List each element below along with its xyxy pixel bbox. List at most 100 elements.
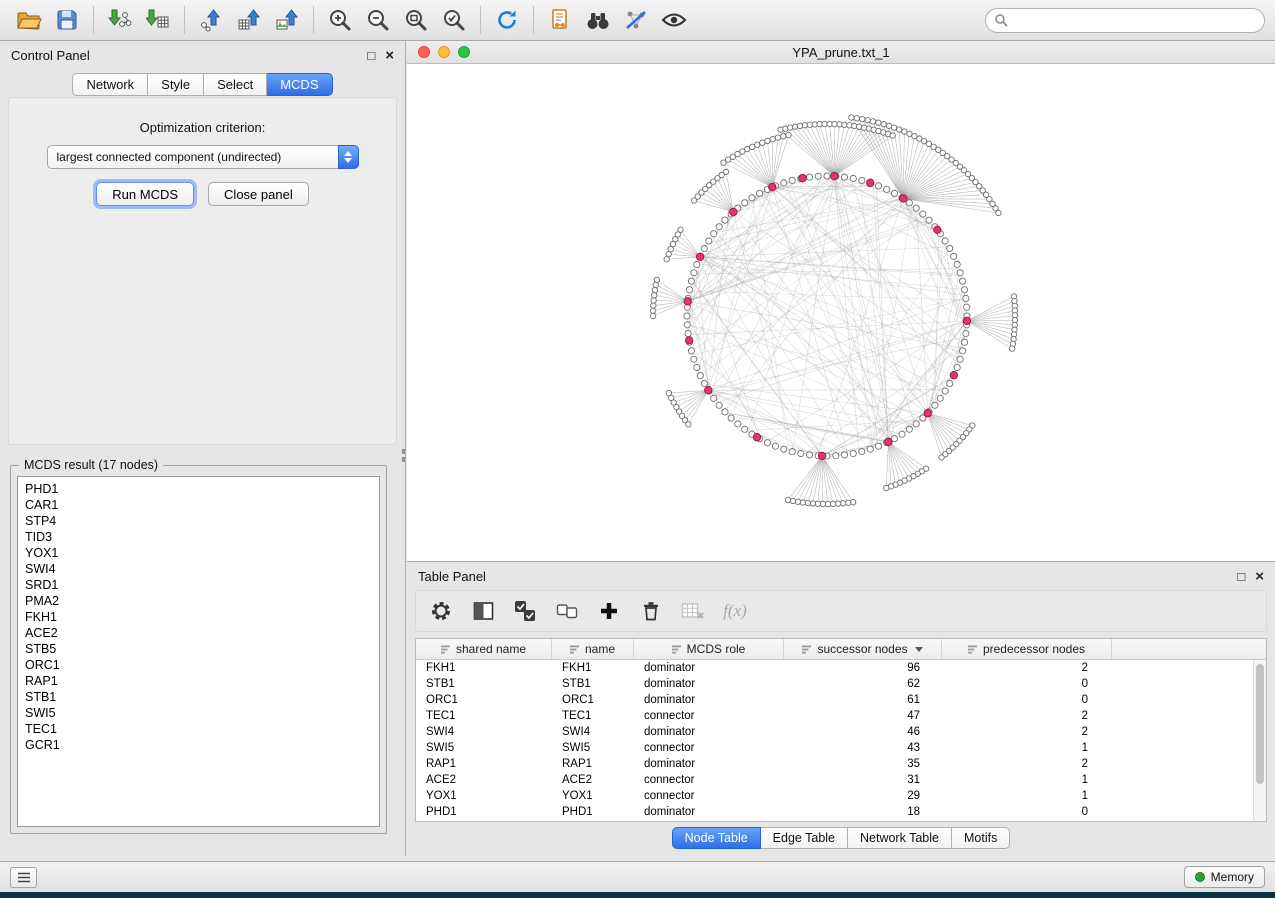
clear-table-button[interactable] (680, 598, 706, 624)
table-tab-motifs[interactable]: Motifs (952, 827, 1010, 849)
mcds-result-list[interactable]: PHD1CAR1STP4TID3YOX1SWI4SRD1PMA2FKH1ACE2… (17, 476, 380, 827)
toolbar-separator (184, 6, 185, 34)
table-row[interactable]: RAP1RAP1dominator352 (416, 756, 1266, 772)
network-title: YPA_prune.txt_1 (407, 45, 1275, 60)
mcds-result-item[interactable]: CAR1 (25, 497, 379, 513)
column-header-shared-name[interactable]: shared name (416, 639, 552, 659)
mcds-result-item[interactable]: ACE2 (25, 625, 379, 641)
open-folder-icon (16, 8, 42, 32)
mcds-result-item[interactable]: GCR1 (25, 737, 379, 753)
column-header-mcds-role[interactable]: MCDS role (634, 639, 784, 659)
table-row[interactable]: FKH1FKH1dominator962 (416, 660, 1266, 676)
splitter-grip[interactable] (399, 444, 407, 466)
import-table-button[interactable] (139, 3, 177, 37)
zoom-in-button[interactable] (321, 3, 359, 37)
criterion-dropdown[interactable]: largest connected component (undirected) (47, 145, 359, 169)
table-row[interactable]: YOX1YOX1connector291 (416, 788, 1266, 804)
table-scrollbar[interactable] (1253, 660, 1266, 821)
table-tab-edge-table[interactable]: Edge Table (761, 827, 848, 849)
mcds-result-item[interactable]: STB5 (25, 641, 379, 657)
apply-function-button[interactable]: f(x) (722, 598, 748, 624)
float-panel-icon[interactable]: □ (367, 49, 375, 62)
mcds-result-item[interactable]: FKH1 (25, 609, 379, 625)
tab-network[interactable]: Network (72, 73, 148, 96)
deselect-all-icon (556, 600, 578, 622)
close-window-icon[interactable] (418, 46, 430, 58)
tab-style[interactable]: Style (148, 73, 204, 96)
show-hide-panel-button[interactable] (655, 3, 693, 37)
mcds-result-title: MCDS result (17 nodes) (19, 458, 163, 472)
save-button[interactable] (48, 3, 86, 37)
search-input[interactable] (985, 8, 1265, 33)
split-columns-button[interactable] (470, 598, 496, 624)
scrollbar-thumb[interactable] (1256, 664, 1264, 784)
table-body: FKH1FKH1dominator962STB1STB1dominator620… (416, 660, 1266, 820)
table-row[interactable]: SWI5SWI5connector431 (416, 740, 1266, 756)
column-header-name[interactable]: name (552, 639, 634, 659)
close-table-panel-icon[interactable]: × (1255, 569, 1264, 584)
zoom-out-button[interactable] (359, 3, 397, 37)
duplicate-network-button[interactable] (541, 3, 579, 37)
table-row[interactable]: ACE2ACE2connector311 (416, 772, 1266, 788)
column-header-predecessor-nodes[interactable]: predecessor nodes (942, 639, 1112, 659)
import-network-button[interactable] (101, 3, 139, 37)
search-network-button[interactable] (579, 3, 617, 37)
table-row[interactable]: STB1STB1dominator620 (416, 676, 1266, 692)
run-mcds-button[interactable]: Run MCDS (96, 182, 194, 206)
memory-button[interactable]: Memory (1184, 866, 1265, 888)
mcds-result-item[interactable]: ORC1 (25, 657, 379, 673)
minimize-window-icon[interactable] (438, 46, 450, 58)
open-button[interactable] (10, 3, 48, 37)
select-all-rows-button[interactable] (512, 598, 538, 624)
table-header: shared namenameMCDS rolesuccessor nodesp… (416, 639, 1266, 660)
mcds-result-item[interactable]: TID3 (25, 529, 379, 545)
export-network-button[interactable] (192, 3, 230, 37)
mcds-result-item[interactable]: RAP1 (25, 673, 379, 689)
mcds-result-item[interactable]: YOX1 (25, 545, 379, 561)
sort-arrow-icon (915, 647, 923, 652)
dropdown-stepper-icon (338, 145, 359, 169)
status-menu-button[interactable] (10, 867, 37, 888)
add-row-button[interactable] (596, 598, 622, 624)
mcds-result-item[interactable]: PMA2 (25, 593, 379, 609)
export-image-button[interactable] (268, 3, 306, 37)
trash-icon (640, 600, 662, 622)
network-window: YPA_prune.txt_1 (407, 41, 1275, 561)
table-row[interactable]: ORC1ORC1dominator610 (416, 692, 1266, 708)
zoom-selected-button[interactable] (435, 3, 473, 37)
toggle-graphics-details-button[interactable] (617, 3, 655, 37)
delete-rows-button[interactable] (638, 598, 664, 624)
maximize-window-icon[interactable] (458, 46, 470, 58)
table-row[interactable]: PHD1PHD1dominator180 (416, 804, 1266, 820)
mcds-result-group: MCDS result (17 nodes) PHD1CAR1STP4TID3Y… (10, 465, 387, 834)
mcds-result-item[interactable]: SWI5 (25, 705, 379, 721)
table-row[interactable]: SWI4SWI4dominator462 (416, 724, 1266, 740)
mcds-result-item[interactable]: SRD1 (25, 577, 379, 593)
close-panel-icon[interactable]: × (385, 48, 394, 63)
close-panel-button[interactable]: Close panel (208, 182, 309, 206)
control-panel-header: Control Panel □ × (0, 41, 405, 69)
refresh-button[interactable] (488, 3, 526, 37)
mcds-result-item[interactable]: PHD1 (25, 481, 379, 497)
table-tab-node-table[interactable]: Node Table (672, 827, 761, 849)
tab-mcds[interactable]: MCDS (267, 73, 332, 96)
mcds-result-item[interactable]: STB1 (25, 689, 379, 705)
table-settings-button[interactable] (428, 598, 454, 624)
deselect-all-rows-button[interactable] (554, 598, 580, 624)
tab-select[interactable]: Select (204, 73, 267, 96)
network-canvas[interactable] (407, 64, 1275, 561)
mcds-result-item[interactable]: SWI4 (25, 561, 379, 577)
export-table-button[interactable] (230, 3, 268, 37)
mcds-result-item[interactable]: STP4 (25, 513, 379, 529)
memory-status-icon (1195, 872, 1205, 882)
table-panel-header: Table Panel □ × (407, 562, 1275, 590)
column-header-successor-nodes[interactable]: successor nodes (784, 639, 942, 659)
table-tab-network-table[interactable]: Network Table (848, 827, 952, 849)
table-row[interactable]: TEC1TEC1connector472 (416, 708, 1266, 724)
export-image-icon (275, 8, 299, 32)
fx-icon: f(x) (723, 601, 747, 621)
binoculars-icon (585, 9, 611, 31)
float-table-panel-icon[interactable]: □ (1237, 570, 1245, 583)
zoom-fit-button[interactable] (397, 3, 435, 37)
mcds-result-item[interactable]: TEC1 (25, 721, 379, 737)
